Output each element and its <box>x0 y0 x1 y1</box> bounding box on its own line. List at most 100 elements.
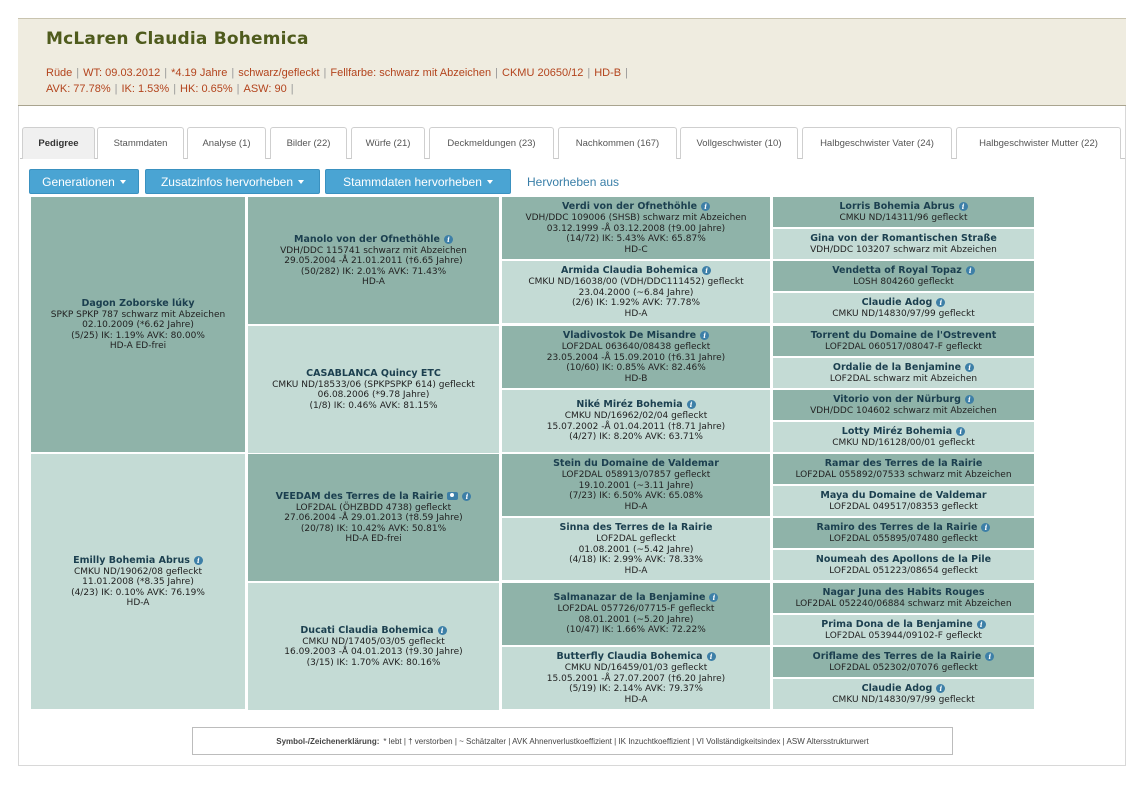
pedigree-cell[interactable]: Ramar des Terres de la Rairie LOF2DAL 055… <box>773 454 1034 484</box>
dog-detail-line: (20/78) IK: 10.42% AVK: 50.81% <box>300 523 447 534</box>
pedigree-cell[interactable]: Niké Miréz Bohemia i CMKU ND/16962/02/04 g… <box>502 390 770 452</box>
pedigree-cell[interactable]: Vendetta of Royal Topaz i LOSH 804260 gefl… <box>773 261 1034 291</box>
dog-name-link[interactable]: Ordalie de la Benjamine i <box>833 362 975 374</box>
pedigree-cell[interactable]: Verdi von der Ofnethöhle i VDH/DDC 109006 … <box>502 197 770 259</box>
info-icon[interactable]: i <box>965 362 975 372</box>
dog-name-link[interactable]: Stein du Domaine de Valdemar <box>553 458 719 470</box>
pedigree-cell[interactable]: Stein du Domaine de Valdemar LOF2DAL 0589… <box>502 454 770 516</box>
highlight-off-link[interactable]: Hervorheben aus <box>527 169 619 194</box>
info-icon[interactable]: i <box>958 201 968 211</box>
info-icon[interactable]: i <box>462 491 472 501</box>
tab-halbgeschwister-mutter-22[interactable]: Halbgeschwister Mutter (22) <box>956 127 1121 159</box>
tab-nachkommen-167[interactable]: Nachkommen (167) <box>558 127 677 159</box>
dog-name-link[interactable]: Vendetta of Royal Topaz i <box>832 265 975 277</box>
info-icon[interactable]: i <box>700 331 710 340</box>
info-icon[interactable]: i <box>686 400 696 410</box>
dog-name-link[interactable]: Dagon Zoborske lúky <box>81 298 194 310</box>
info-icon[interactable]: i <box>443 234 453 244</box>
dog-name-link[interactable]: Claudie Adog i <box>862 297 946 309</box>
dog-name-link[interactable]: Ramiro des Terres de la Rairie i <box>817 522 991 534</box>
pedigree-cell[interactable]: Butterfly Claudia Bohemica i CMKU ND/16459… <box>502 647 770 709</box>
dog-name-link[interactable]: Vitorio von der Nürburg i <box>833 394 974 406</box>
extra-info-dropdown-button[interactable]: Zusatzinfos hervorheben <box>145 169 320 194</box>
pedigree-cell[interactable]: Claudie Adog i CMKU ND/14830/97/99 gefleck… <box>773 679 1034 709</box>
info-icon[interactable]: i <box>956 426 966 436</box>
dog-name-link[interactable]: Torrent du Domaine de l'Ostrevent <box>811 330 997 342</box>
tab-halbgeschwister-vater-24[interactable]: Halbgeschwister Vater (24) <box>802 127 952 159</box>
dog-name-link[interactable]: Claudie Adog i <box>862 683 946 695</box>
info-icon[interactable]: i <box>706 652 716 661</box>
master-data-dropdown-button[interactable]: Stammdaten hervorheben <box>325 169 511 194</box>
dog-name-link[interactable]: Ramar des Terres de la Rairie <box>825 458 983 470</box>
info-icon[interactable]: i <box>709 593 719 603</box>
info-icon[interactable]: i <box>964 394 974 404</box>
tab-pedigree[interactable]: Pedigree <box>22 127 95 159</box>
info-icon[interactable]: i <box>702 266 712 275</box>
pedigree-cell[interactable]: Lorris Bohemia Abrus i CMKU ND/14311/96 ge… <box>773 197 1034 227</box>
pedigree-cell[interactable]: Ducati Claudia Bohemica i CMKU ND/17405/03… <box>248 583 499 710</box>
dog-detail-line: LOF2DAL 063640/08438 gefleckt <box>561 342 711 352</box>
pedigree-cell[interactable]: Noumeah des Apollons de la Pile LOF2DAL 0… <box>773 550 1034 580</box>
info-icon[interactable]: i <box>936 683 946 693</box>
pedigree-cell[interactable]: Nagar Juna des Habits Rouges LOF2DAL 0522… <box>773 583 1034 613</box>
pedigree-cell[interactable]: Gina von der Romantischen Straße VDH/DDC … <box>773 229 1034 259</box>
dog-name-link[interactable]: Vladivostok De Misandre i <box>563 330 710 342</box>
pedigree-cell[interactable]: Salmanazar de la Benjamine i LOF2DAL 05772… <box>502 583 770 645</box>
pedigree-cell[interactable]: Oriflame des Terres de la Rairie i LOF2DAL… <box>773 647 1034 677</box>
generations-dropdown-button[interactable]: Generationen <box>29 169 139 194</box>
dog-name-link[interactable]: Armida Claudia Bohemica i <box>561 265 712 277</box>
dog-name-link[interactable]: Ducati Claudia Bohemica i <box>300 625 447 637</box>
pedigree-cell[interactable]: Emilly Bohemia Abrus i CMKU ND/19062/08 ge… <box>31 454 245 709</box>
dog-name-link[interactable]: Noumeah des Apollons de la Pile <box>816 554 991 566</box>
dog-name-link[interactable]: Nagar Juna des Habits Rouges <box>823 587 985 599</box>
dog-name-link[interactable]: Butterfly Claudia Bohemica i <box>556 651 716 663</box>
pedigree-cell[interactable]: Manolo von der Ofnethöhle i VDH/DDC 115741… <box>248 197 499 324</box>
dog-name-link[interactable]: Prima Dona de la Benjamine i <box>821 619 986 631</box>
dog-name-link[interactable]: CASABLANCA Quincy ETC <box>306 368 441 380</box>
info-icon[interactable]: i <box>437 625 447 635</box>
info-icon[interactable]: i <box>701 202 711 211</box>
pedigree-cell[interactable]: Vitorio von der Nürburg i VDH/DDC 104602 s… <box>773 390 1034 420</box>
dog-name-link[interactable]: Sinna des Terres de la Rairie <box>560 522 713 534</box>
info-icon[interactable]: i <box>936 297 946 307</box>
dog-name-link[interactable]: Niké Miréz Bohemia i <box>576 399 696 411</box>
tab-deckmeldungen-23[interactable]: Deckmeldungen (23) <box>429 127 554 159</box>
info-icon[interactable]: i <box>965 265 975 275</box>
dog-name-link[interactable]: VEEDAM des Terres de la Rairie i <box>276 491 472 503</box>
pedigree-cell[interactable]: Torrent du Domaine de l'Ostrevent LOF2DAL… <box>773 326 1034 356</box>
dog-detail-line: LOF2DAL 060517/08047-F gefleckt <box>825 341 982 352</box>
dog-name-link[interactable]: Salmanazar de la Benjamine i <box>554 592 719 604</box>
dog-name-link[interactable]: Verdi von der Ofnethöhle i <box>562 201 711 213</box>
info-icon[interactable]: i <box>985 651 995 661</box>
pedigree-cell[interactable]: VEEDAM des Terres de la Rairie i LOF2DAL (… <box>248 454 499 581</box>
dog-name-link[interactable]: Lotty Miréz Bohemia i <box>842 426 966 438</box>
dog-name-link[interactable]: Gina von der Romantischen Straße <box>810 233 997 245</box>
pedigree-cell[interactable]: Claudie Adog i CMKU ND/14830/97/99 gefleck… <box>773 293 1034 323</box>
dog-detail-line: LOF2DAL 058913/07857 gefleckt <box>561 470 711 480</box>
pedigree-cell[interactable]: Vladivostok De Misandre i LOF2DAL 063640/0… <box>502 326 770 388</box>
pedigree-cell[interactable]: Dagon Zoborske lúky SPKP SPKP 787 schwarz… <box>31 197 245 452</box>
pedigree-cell[interactable]: Prima Dona de la Benjamine i LOF2DAL 05394… <box>773 615 1034 645</box>
dog-name-link[interactable]: Manolo von der Ofnethöhle i <box>294 234 453 246</box>
pedigree-cell[interactable]: Lotty Miréz Bohemia i CMKU ND/16128/00/01 … <box>773 422 1034 452</box>
dog-name-link[interactable]: Lorris Bohemia Abrus i <box>839 201 968 213</box>
dog-name-link[interactable]: Emilly Bohemia Abrus i <box>73 555 203 567</box>
pedigree-cell[interactable]: Ramiro des Terres de la Rairie i LOF2DAL 0… <box>773 518 1034 548</box>
tab-w-rfe-21[interactable]: Würfe (21) <box>351 127 425 159</box>
info-icon[interactable]: i <box>193 555 203 565</box>
pedigree-cell[interactable]: CASABLANCA Quincy ETC CMKU ND/18533/06 (S… <box>248 326 499 453</box>
info-icon[interactable]: i <box>976 619 986 629</box>
pedigree-cell[interactable]: Maya du Domaine de Valdemar LOF2DAL 04951… <box>773 486 1034 516</box>
dog-name-link[interactable]: Oriflame des Terres de la Rairie i <box>813 651 995 663</box>
dog-name-link[interactable]: Maya du Domaine de Valdemar <box>820 490 986 502</box>
pedigree-cell[interactable]: Ordalie de la Benjamine i LOF2DAL schwarz … <box>773 358 1034 388</box>
tab-bilder-22[interactable]: Bilder (22) <box>270 127 347 159</box>
tab-vollgeschwister-10[interactable]: Vollgeschwister (10) <box>680 127 798 159</box>
meta-separator: | <box>323 67 327 79</box>
pedigree-cell[interactable]: Armida Claudia Bohemica i CMKU ND/16038/00… <box>502 261 770 323</box>
camera-icon[interactable] <box>447 492 459 500</box>
pedigree-cell[interactable]: Sinna des Terres de la Rairie LOF2DAL gef… <box>502 518 770 580</box>
info-icon[interactable]: i <box>981 522 991 532</box>
tab-stammdaten[interactable]: Stammdaten <box>97 127 184 159</box>
tab-analyse-1[interactable]: Analyse (1) <box>187 127 266 159</box>
